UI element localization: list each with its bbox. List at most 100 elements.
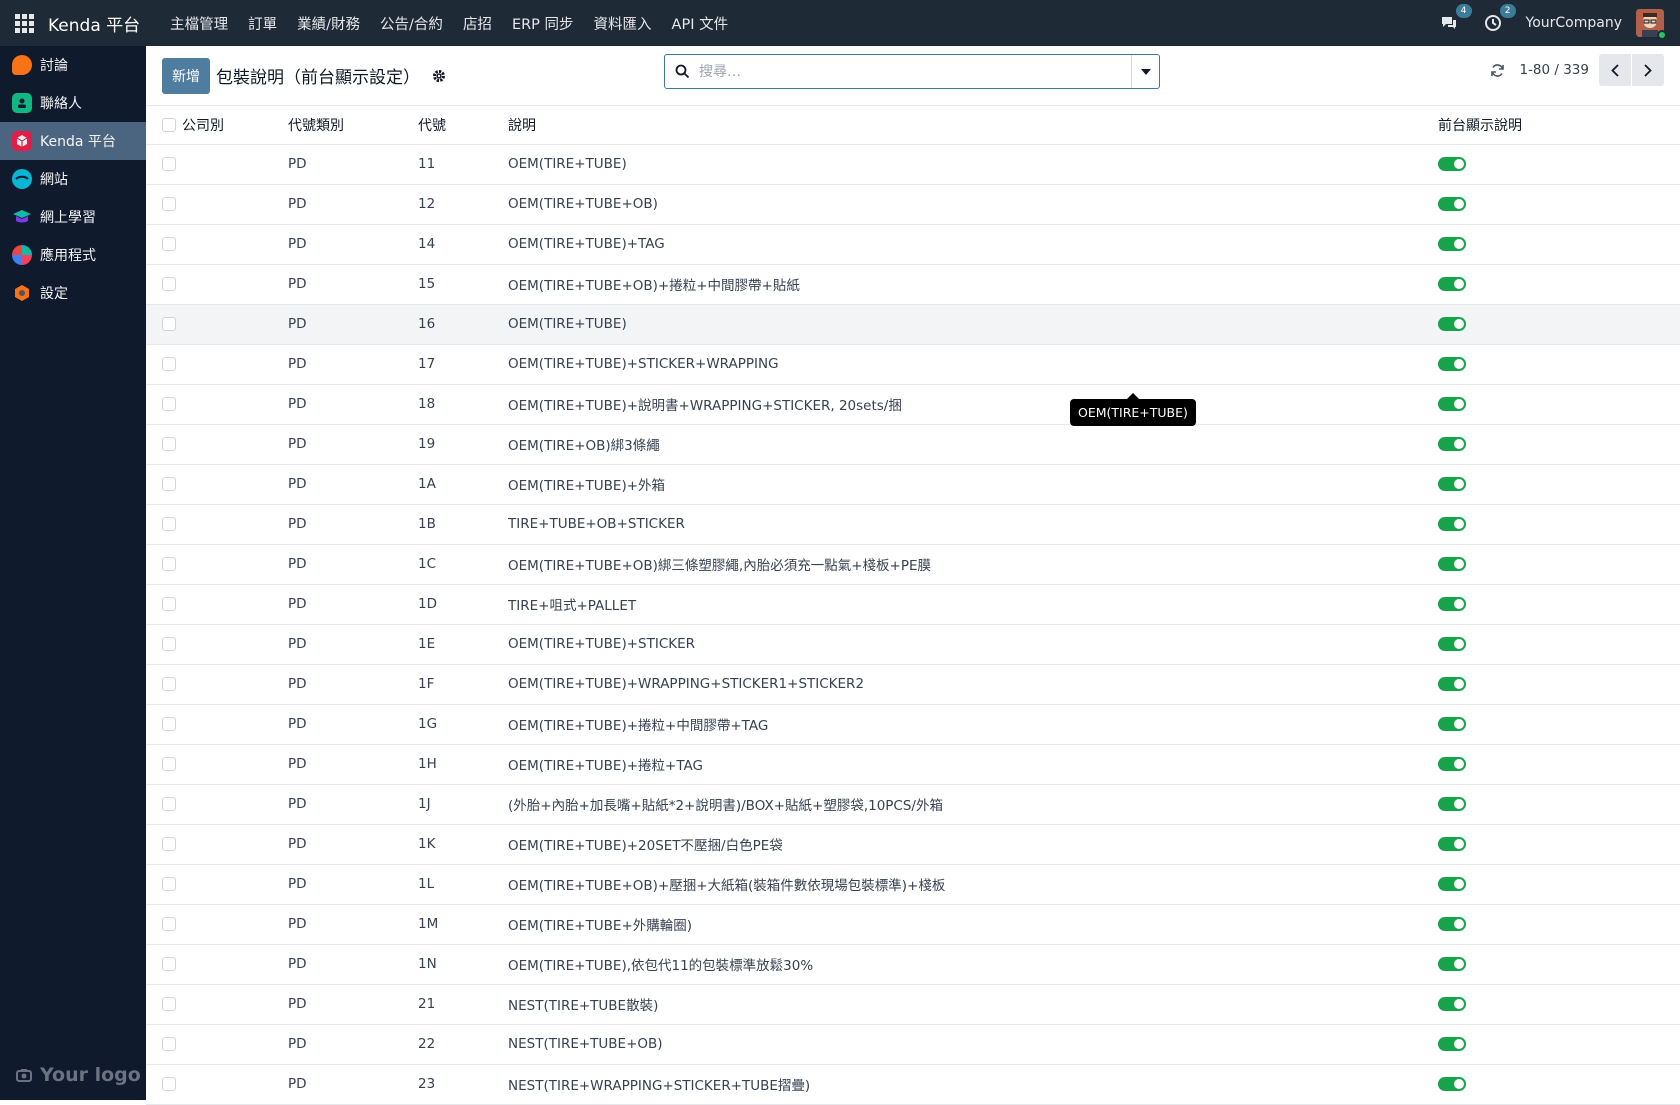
frontend-display-toggle[interactable] bbox=[1438, 357, 1466, 371]
table-row[interactable]: PD 16 OEM(TIRE+TUBE) bbox=[146, 304, 1680, 345]
table-row[interactable]: PD 1C OEM(TIRE+TUBE+OB)綁三條塑膠繩,內胎必須充一點氣+棧板+… bbox=[146, 544, 1680, 585]
row-checkbox[interactable] bbox=[162, 237, 176, 251]
table-row[interactable]: PD 1H OEM(TIRE+TUBE)+捲粒+TAG bbox=[146, 744, 1680, 785]
frontend-display-toggle[interactable] bbox=[1438, 757, 1466, 771]
row-checkbox[interactable] bbox=[162, 477, 176, 491]
frontend-display-toggle[interactable] bbox=[1438, 837, 1466, 851]
row-checkbox[interactable] bbox=[162, 317, 176, 331]
frontend-display-toggle[interactable] bbox=[1438, 957, 1466, 971]
frontend-display-toggle[interactable] bbox=[1438, 717, 1466, 731]
sidebar-item-contacts[interactable]: 聯絡人 bbox=[0, 84, 146, 122]
row-checkbox[interactable] bbox=[162, 837, 176, 851]
table-row[interactable]: PD 17 OEM(TIRE+TUBE)+STICKER+WRAPPING bbox=[146, 344, 1680, 385]
column-header-description[interactable]: 說明 bbox=[508, 106, 1438, 145]
frontend-display-toggle[interactable] bbox=[1438, 557, 1466, 571]
row-checkbox[interactable] bbox=[162, 677, 176, 691]
pager-next-button[interactable] bbox=[1632, 54, 1664, 86]
frontend-display-toggle[interactable] bbox=[1438, 1077, 1466, 1091]
table-row[interactable]: PD 19 OEM(TIRE+OB)綁3條繩 bbox=[146, 424, 1680, 465]
row-checkbox[interactable] bbox=[162, 557, 176, 571]
table-row[interactable]: PD 14 OEM(TIRE+TUBE)+TAG bbox=[146, 224, 1680, 265]
user-avatar[interactable] bbox=[1636, 9, 1667, 40]
menu-item-master-data[interactable]: 主檔管理 bbox=[160, 13, 238, 34]
table-row[interactable]: PD 1F OEM(TIRE+TUBE)+WRAPPING+STICKER1+STI… bbox=[146, 664, 1680, 705]
table-row[interactable]: PD 12 OEM(TIRE+TUBE+OB) bbox=[146, 184, 1680, 225]
company-switcher[interactable]: YourCompany bbox=[1526, 15, 1623, 31]
table-row[interactable]: PD 1J (外胎+內胎+加長嘴+貼紙*2+說明書)/BOX+貼紙+塑膠袋,10PC… bbox=[146, 784, 1680, 825]
row-checkbox[interactable] bbox=[162, 997, 176, 1011]
frontend-display-toggle[interactable] bbox=[1438, 237, 1466, 251]
frontend-display-toggle[interactable] bbox=[1438, 877, 1466, 891]
row-checkbox[interactable] bbox=[162, 597, 176, 611]
frontend-display-toggle[interactable] bbox=[1438, 397, 1466, 411]
column-header-frontend-display[interactable]: 前台顯示說明 bbox=[1438, 106, 1680, 145]
column-header-code[interactable]: 代號 bbox=[418, 106, 508, 145]
frontend-display-toggle[interactable] bbox=[1438, 1037, 1466, 1051]
frontend-display-toggle[interactable] bbox=[1438, 797, 1466, 811]
table-row[interactable]: PD 1G OEM(TIRE+TUBE)+捲粒+中間膠帶+TAG bbox=[146, 704, 1680, 745]
pager-value[interactable]: 1-80 / 339 bbox=[1519, 62, 1589, 78]
row-checkbox[interactable] bbox=[162, 517, 176, 531]
row-checkbox[interactable] bbox=[162, 957, 176, 971]
sidebar-item-elearning[interactable]: 網上學習 bbox=[0, 198, 146, 236]
table-row[interactable]: PD 1L OEM(TIRE+TUBE+OB)+壓捆+大紙箱(裝箱件數依現場包裝標準… bbox=[146, 864, 1680, 905]
pager-previous-button[interactable] bbox=[1599, 54, 1631, 86]
row-checkbox[interactable] bbox=[162, 757, 176, 771]
frontend-display-toggle[interactable] bbox=[1438, 637, 1466, 651]
table-row[interactable]: PD 1M OEM(TIRE+TUBE+外購輪圈) bbox=[146, 904, 1680, 945]
table-row[interactable]: PD 18 OEM(TIRE+TUBE)+說明書+WRAPPING+STICKER,… bbox=[146, 384, 1680, 425]
row-checkbox[interactable] bbox=[162, 277, 176, 291]
table-row[interactable]: PD 11 OEM(TIRE+TUBE) bbox=[146, 144, 1680, 185]
row-checkbox[interactable] bbox=[162, 357, 176, 371]
row-checkbox[interactable] bbox=[162, 197, 176, 211]
sidebar-item-website[interactable]: 網站 bbox=[0, 160, 146, 198]
row-checkbox[interactable] bbox=[162, 1077, 176, 1091]
refresh-icon[interactable] bbox=[1490, 63, 1505, 78]
sidebar-item-apps[interactable]: 應用程式 bbox=[0, 236, 146, 274]
column-header-company[interactable]: 公司別 bbox=[182, 106, 288, 145]
menu-item-api-docs[interactable]: API 文件 bbox=[662, 13, 739, 34]
table-row[interactable]: PD 1A OEM(TIRE+TUBE)+外箱 bbox=[146, 464, 1680, 505]
row-checkbox[interactable] bbox=[162, 637, 176, 651]
sidebar-item-kenda-platform[interactable]: Kenda 平台 bbox=[0, 122, 146, 160]
table-row[interactable]: PD 23 NEST(TIRE+WRAPPING+STICKER+TUBE摺疊) bbox=[146, 1064, 1680, 1105]
menu-item-orders[interactable]: 訂單 bbox=[238, 13, 287, 34]
menu-item-erp-sync[interactable]: ERP 同步 bbox=[502, 13, 584, 34]
row-checkbox[interactable] bbox=[162, 1037, 176, 1051]
menu-item-store-signs[interactable]: 店招 bbox=[453, 13, 502, 34]
frontend-display-toggle[interactable] bbox=[1438, 277, 1466, 291]
frontend-display-toggle[interactable] bbox=[1438, 437, 1466, 451]
frontend-display-toggle[interactable] bbox=[1438, 517, 1466, 531]
select-all-checkbox[interactable] bbox=[162, 117, 176, 132]
frontend-display-toggle[interactable] bbox=[1438, 477, 1466, 491]
frontend-display-toggle[interactable] bbox=[1438, 917, 1466, 931]
column-header-code-type[interactable]: 代號類別 bbox=[288, 106, 418, 145]
row-checkbox[interactable] bbox=[162, 717, 176, 731]
frontend-display-toggle[interactable] bbox=[1438, 997, 1466, 1011]
table-row[interactable]: PD 22 NEST(TIRE+TUBE+OB) bbox=[146, 1024, 1680, 1065]
row-checkbox[interactable] bbox=[162, 917, 176, 931]
brand-title[interactable]: Kenda 平台 bbox=[48, 11, 140, 36]
frontend-display-toggle[interactable] bbox=[1438, 157, 1466, 171]
table-row[interactable]: PD 15 OEM(TIRE+TUBE+OB)+捲粒+中間膠帶+貼紙 bbox=[146, 264, 1680, 305]
sidebar-item-discuss[interactable]: 討論 bbox=[0, 46, 146, 84]
frontend-display-toggle[interactable] bbox=[1438, 597, 1466, 611]
table-row[interactable]: PD 21 NEST(TIRE+TUBE散裝) bbox=[146, 984, 1680, 1025]
new-button[interactable]: 新增 bbox=[162, 57, 210, 94]
activity-clock-icon[interactable]: 2 bbox=[1482, 4, 1516, 34]
gear-icon[interactable] bbox=[432, 68, 448, 84]
table-row[interactable]: PD 1N OEM(TIRE+TUBE),依包代11的包裝標準放鬆30% bbox=[146, 944, 1680, 985]
app-menu-grid-icon[interactable] bbox=[0, 0, 48, 46]
table-row[interactable]: PD 1B TIRE+TUBE+OB+STICKER bbox=[146, 504, 1680, 545]
frontend-display-toggle[interactable] bbox=[1438, 197, 1466, 211]
frontend-display-toggle[interactable] bbox=[1438, 677, 1466, 691]
row-checkbox[interactable] bbox=[162, 157, 176, 171]
row-checkbox[interactable] bbox=[162, 397, 176, 411]
row-checkbox[interactable] bbox=[162, 877, 176, 891]
menu-item-announcements[interactable]: 公告/合約 bbox=[370, 13, 453, 34]
search-options-dropdown[interactable] bbox=[1131, 55, 1159, 88]
menu-item-sales-finance[interactable]: 業績/財務 bbox=[287, 13, 370, 34]
table-row[interactable]: PD 1K OEM(TIRE+TUBE)+20SET不壓捆/白色PE袋 bbox=[146, 824, 1680, 865]
table-row[interactable]: PD 1E OEM(TIRE+TUBE)+STICKER bbox=[146, 624, 1680, 665]
sidebar-item-settings[interactable]: 設定 bbox=[0, 274, 146, 312]
